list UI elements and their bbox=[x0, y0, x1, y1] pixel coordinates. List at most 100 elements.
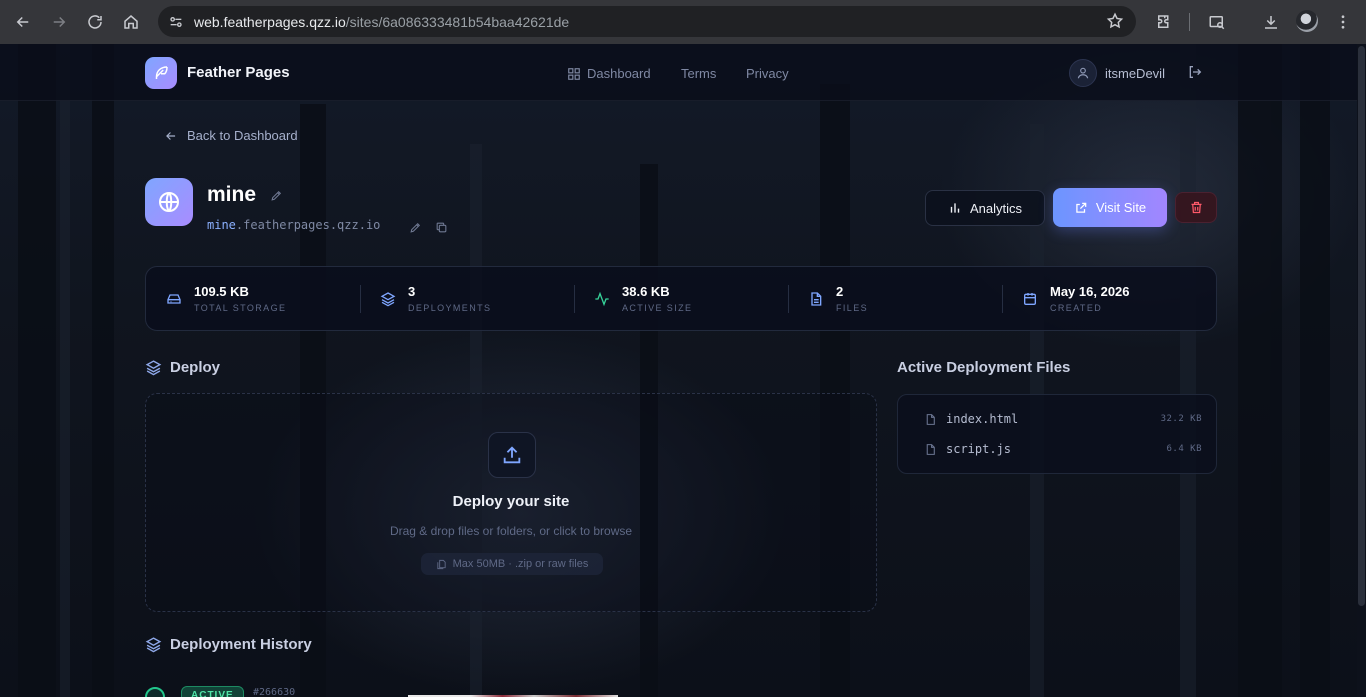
calendar-icon bbox=[1022, 291, 1038, 307]
url-host: web.featherpages.qzz.io bbox=[194, 13, 346, 30]
file-name: index.html bbox=[946, 412, 1019, 426]
download-icon[interactable] bbox=[1257, 8, 1285, 36]
stat-value: 3 bbox=[408, 284, 416, 299]
delete-site-button[interactable] bbox=[1175, 192, 1217, 223]
stat-value: 38.6 KB bbox=[622, 284, 670, 299]
file-name: script.js bbox=[946, 442, 1012, 456]
back-label: Back to Dashboard bbox=[187, 128, 298, 143]
bookmark-star-icon[interactable] bbox=[1106, 12, 1124, 35]
deployment-history-heading: Deployment History bbox=[145, 636, 312, 653]
edit-domain-pencil-icon[interactable] bbox=[409, 221, 422, 234]
user-icon bbox=[1077, 67, 1089, 79]
stat-total-storage: 109.5 KB TOTAL STORAGE bbox=[146, 267, 360, 330]
layers-icon bbox=[145, 637, 162, 653]
check-circle-icon bbox=[145, 687, 165, 697]
globe-icon bbox=[145, 178, 193, 226]
address-bar[interactable]: web.featherpages.qzz.io/sites/6a08633348… bbox=[158, 6, 1136, 37]
stat-files: 2 FILES bbox=[788, 267, 1002, 330]
site-domain: mine.featherpages.qzz.io bbox=[207, 218, 380, 232]
stats-bar: 109.5 KB TOTAL STORAGE 3 DEPLOYMENTS 38.… bbox=[145, 266, 1217, 331]
back-to-dashboard-link[interactable]: Back to Dashboard bbox=[164, 128, 298, 143]
upload-limit-text: Max 50MB · .zip or raw files bbox=[452, 558, 589, 570]
logout-icon[interactable] bbox=[1187, 64, 1205, 82]
stat-deployments: 3 DEPLOYMENTS bbox=[360, 267, 574, 330]
reload-icon[interactable] bbox=[77, 4, 113, 40]
upload-limit-note: Max 50MB · .zip or raw files bbox=[421, 553, 603, 575]
stat-label: CREATED bbox=[1050, 303, 1103, 313]
layers-icon bbox=[145, 360, 162, 376]
username[interactable]: itsmeDevil bbox=[1105, 66, 1165, 81]
profile-avatar[interactable] bbox=[1296, 10, 1318, 32]
upload-icon bbox=[488, 432, 536, 478]
home-icon[interactable] bbox=[113, 4, 149, 40]
stat-label: DEPLOYMENTS bbox=[408, 303, 492, 313]
grid-icon bbox=[568, 67, 580, 80]
analytics-button[interactable]: Analytics bbox=[925, 190, 1045, 226]
nav-terms[interactable]: Terms bbox=[681, 66, 716, 81]
dropzone-title: Deploy your site bbox=[452, 493, 570, 510]
deploy-title: Deploy bbox=[170, 359, 221, 376]
file-copy-icon bbox=[437, 559, 446, 569]
copy-domain-icon[interactable] bbox=[435, 221, 448, 234]
nav-terms-label: Terms bbox=[681, 66, 717, 81]
site-domain-suffix: .featherpages.qzz.io bbox=[235, 218, 381, 232]
top-navigation: Feather Pages Dashboard Terms Privacy it… bbox=[0, 44, 1357, 101]
active-files-card: index.html 32.2 KB script.js 6.4 KB bbox=[897, 394, 1217, 474]
page-scrollbar[interactable] bbox=[1357, 44, 1366, 697]
file-row[interactable]: script.js 6.4 KB bbox=[924, 439, 1202, 459]
status-badge: ACTIVE bbox=[181, 686, 244, 697]
dropzone-subtitle: Drag & drop files or folders, or click t… bbox=[389, 524, 633, 538]
deployment-history-title: Deployment History bbox=[170, 636, 312, 653]
activity-icon bbox=[594, 291, 610, 307]
stat-active-size: 38.6 KB ACTIVE SIZE bbox=[574, 267, 788, 330]
active-files-title: Active Deployment Files bbox=[897, 359, 1071, 376]
file-size: 6.4 KB bbox=[1166, 444, 1202, 454]
brand-name[interactable]: Feather Pages bbox=[187, 64, 290, 81]
stat-label: ACTIVE SIZE bbox=[622, 303, 693, 313]
deploy-dropzone[interactable]: Deploy your site Drag & drop files or fo… bbox=[145, 393, 877, 612]
trash-icon bbox=[1191, 201, 1201, 214]
nav-privacy[interactable]: Privacy bbox=[746, 66, 789, 81]
kebab-menu-icon[interactable] bbox=[1329, 8, 1357, 36]
stat-value: May 16, 2026 bbox=[1050, 284, 1130, 299]
site-settings-icon[interactable] bbox=[161, 7, 191, 37]
tab-search-icon[interactable] bbox=[1203, 8, 1231, 36]
deploy-heading: Deploy bbox=[145, 359, 220, 376]
scrollbar-thumb[interactable] bbox=[1358, 46, 1365, 606]
bar-chart-icon bbox=[950, 203, 960, 213]
back-arrow-icon[interactable] bbox=[5, 4, 41, 40]
url-text: web.featherpages.qzz.io/sites/6a08633348… bbox=[194, 14, 569, 30]
visit-site-label: Visit Site bbox=[1095, 200, 1147, 215]
stat-created: May 16, 2026 CREATED bbox=[1002, 267, 1216, 330]
stat-label: TOTAL STORAGE bbox=[194, 303, 287, 313]
page: Feather Pages Dashboard Terms Privacy it… bbox=[0, 44, 1366, 697]
forward-arrow-icon[interactable] bbox=[41, 4, 77, 40]
edit-name-pencil-icon[interactable] bbox=[270, 189, 284, 203]
feather-logo-icon[interactable] bbox=[145, 57, 177, 89]
external-link-icon bbox=[1076, 202, 1087, 213]
site-name: mine bbox=[207, 183, 257, 206]
file-icon bbox=[926, 413, 935, 425]
site-subdomain: mine bbox=[207, 218, 236, 232]
user-avatar[interactable] bbox=[1069, 59, 1097, 87]
deployment-history-row[interactable]: ACTIVE #266630 bbox=[145, 684, 445, 697]
layers-icon bbox=[380, 291, 396, 307]
file-size: 32.2 KB bbox=[1160, 414, 1202, 424]
visit-site-button[interactable]: Visit Site bbox=[1053, 188, 1167, 227]
file-row[interactable]: index.html 32.2 KB bbox=[924, 409, 1202, 429]
nav-dashboard[interactable]: Dashboard bbox=[567, 66, 651, 81]
stat-value: 109.5 KB bbox=[194, 284, 249, 299]
deployment-id: #266630 bbox=[253, 687, 296, 697]
url-path: /sites/6a086333481b54baa42621de bbox=[345, 13, 570, 30]
analytics-label: Analytics bbox=[969, 200, 1023, 216]
drive-icon bbox=[166, 291, 182, 307]
extensions-icon[interactable] bbox=[1150, 8, 1178, 36]
stat-label: FILES bbox=[836, 303, 869, 313]
file-icon bbox=[926, 443, 935, 455]
stat-value: 2 bbox=[836, 284, 844, 299]
nav-privacy-label: Privacy bbox=[746, 66, 789, 81]
toolbar-separator bbox=[1189, 13, 1190, 31]
nav-dashboard-label: Dashboard bbox=[587, 66, 651, 81]
file-icon bbox=[808, 291, 824, 307]
arrow-left-icon bbox=[166, 131, 176, 140]
